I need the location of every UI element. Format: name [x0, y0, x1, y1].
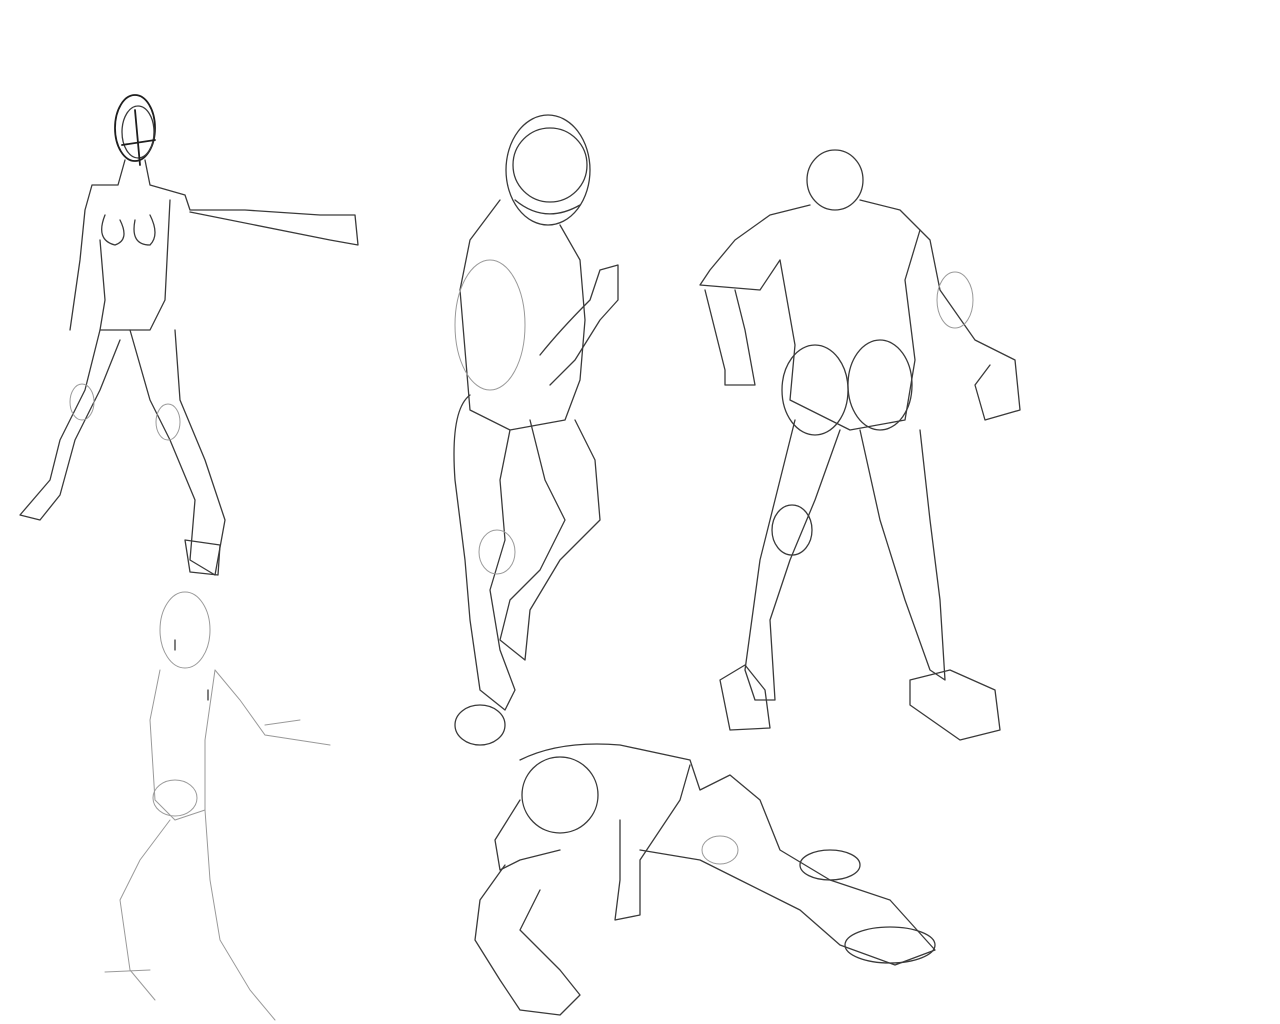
figure-sketch-gesture-faint — [104, 591, 331, 1021]
figure-sketch-back-view — [699, 149, 1021, 741]
sketch-canvas[interactable] — [0, 0, 1280, 1024]
figure-sketch-running — [453, 114, 619, 746]
figure-sketch-crawling — [474, 743, 936, 1016]
figure-sketch-standing-pointing — [19, 94, 359, 576]
